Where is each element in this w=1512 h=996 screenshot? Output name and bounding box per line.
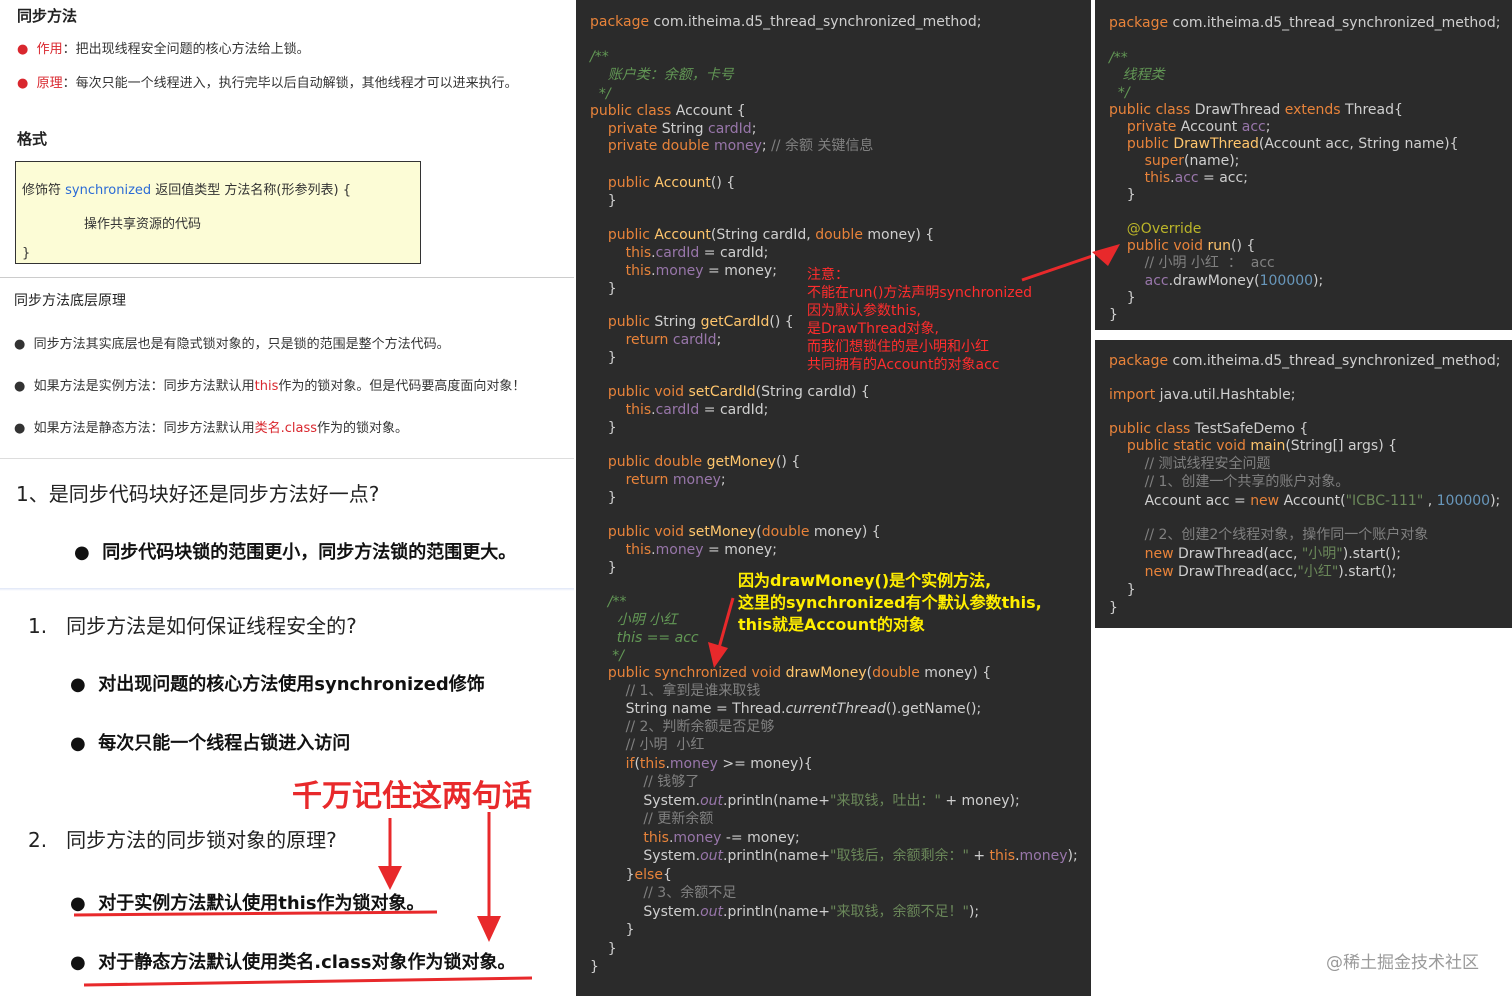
code-line: package com.itheima.d5_thread_synchroniz… <box>1109 15 1501 31</box>
code-line: /** <box>1109 50 1128 66</box>
code-line: public DrawThread(Account acc, String na… <box>1126 136 1459 152</box>
code-line: Account acc = new Account("ICBC-111" , 1… <box>1109 493 1501 509</box>
code-line: // 小明 小红 ： acc <box>1109 255 1275 271</box>
code-line: super(name); <box>1144 153 1240 169</box>
code-line: */ <box>1109 85 1130 101</box>
code-line: public class TestSafeDemo { <box>1109 421 1309 437</box>
annotation-arrows <box>73 812 533 987</box>
code-line: public static void main(String[] args) { <box>1126 438 1398 454</box>
watermark: @稀土掘金技术社区 <box>1326 953 1479 973</box>
code-line: } <box>1109 290 1136 306</box>
account-code-panel: package com.itheima.d5_thread_synchroniz… <box>576 0 1091 996</box>
testsafedemo-code-panel: package com.itheima.d5_thread_synchroniz… <box>1095 340 1512 628</box>
code-line: } <box>1109 600 1118 616</box>
annotation-arrows <box>708 254 1091 668</box>
code-line: // 2、创建2个线程对象，操作同一个账户对象 <box>1109 527 1429 543</box>
notes-panel: 同步方法 ● 作用：把出现线程安全问题的核心方法给上锁。 ● 原理：每次只能一个… <box>0 0 574 996</box>
drawthread-code-panel: package com.itheima.d5_thread_synchroniz… <box>1095 0 1512 330</box>
code-line: // 1、创建一个共享的账户对象。 <box>1109 474 1350 490</box>
code-line: this.acc = acc; <box>1144 170 1248 186</box>
code-line: private Account acc; <box>1126 119 1271 135</box>
code-line: new DrawThread(acc, "小明").start(); <box>1144 546 1401 562</box>
code-line: 线程类 <box>1109 67 1165 83</box>
code-line: public void run() { <box>1126 238 1256 254</box>
code-line: import java.util.Hashtable; <box>1109 387 1296 403</box>
annotation-arrow <box>1092 244 1120 266</box>
code-line: } <box>1109 307 1118 323</box>
code-line: package com.itheima.d5_thread_synchroniz… <box>1109 353 1501 369</box>
code-line: new DrawThread(acc,"小红").start(); <box>1144 564 1397 580</box>
code-line: } <box>1109 582 1136 598</box>
code-line: } <box>1109 187 1136 203</box>
code-line: public class DrawThread extends Thread{ <box>1109 102 1403 118</box>
code-line: // 测试线程安全问题 <box>1109 456 1271 472</box>
code-line: acc.drawMoney(100000); <box>1144 273 1324 289</box>
